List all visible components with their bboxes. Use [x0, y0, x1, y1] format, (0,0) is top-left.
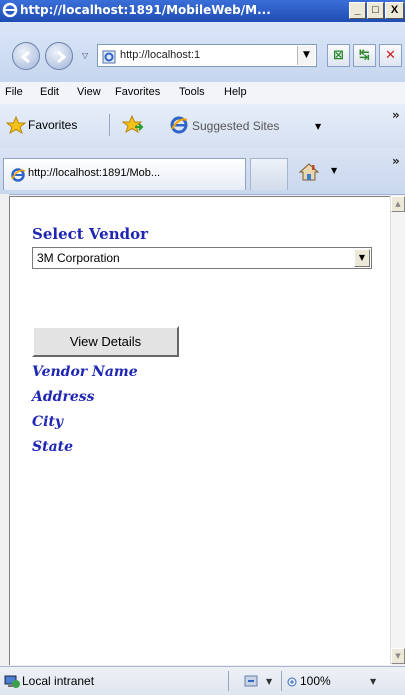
minimize-button[interactable]: _: [349, 2, 366, 19]
compat-view-icon: ⊠: [333, 48, 344, 63]
new-tab-button[interactable]: [250, 158, 288, 190]
zoom-dropdown-icon[interactable]: ▼: [370, 677, 376, 686]
scroll-up-icon[interactable]: ▲: [391, 196, 405, 212]
home-button[interactable]: [298, 162, 320, 186]
address-url[interactable]: http://localhost:1: [120, 49, 286, 61]
tab-current[interactable]: http://localhost:1891/Mob...: [3, 158, 246, 190]
zoom-icon[interactable]: [287, 674, 299, 693]
address-bar[interactable]: http://localhost:1 ▼: [97, 44, 317, 67]
menu-edit[interactable]: Edit: [40, 86, 59, 98]
page-content: Select Vendor 3M Corporation ▼ View Deta…: [9, 196, 391, 665]
window-title: http://localhost:1891/MobileWeb/M...: [20, 3, 271, 17]
protected-mode-dropdown-icon[interactable]: ▼: [266, 677, 272, 686]
vendor-select-value[interactable]: 3M Corporation: [37, 251, 120, 265]
forward-arrow-icon: [57, 50, 67, 64]
favorites-star-icon: [5, 115, 27, 138]
page-title: Select Vendor: [32, 225, 149, 243]
vendor-name-label: Vendor Name: [32, 364, 138, 380]
status-bar: Local intranet ▼ 100% ▼: [0, 666, 405, 695]
favorites-button[interactable]: Favorites: [28, 118, 77, 132]
favorites-separator: [109, 114, 110, 136]
suggested-sites-dropdown-icon[interactable]: ▼: [315, 122, 321, 131]
tab-title: http://localhost:1891/Mob...: [28, 167, 161, 179]
compatibility-view-button[interactable]: ⊠: [327, 44, 350, 67]
more-chevron-icon[interactable]: »: [392, 108, 400, 122]
address-label: Address: [32, 389, 95, 405]
menu-help[interactable]: Help: [224, 86, 247, 98]
menu-view[interactable]: View: [77, 86, 101, 98]
recent-pages-dropdown-icon[interactable]: ▽: [82, 51, 88, 60]
status-separator: [228, 671, 229, 691]
protected-mode-icon[interactable]: [243, 673, 261, 693]
zone-label: Local intranet: [22, 674, 95, 688]
city-label: City: [32, 414, 64, 430]
add-to-favorites-icon[interactable]: [121, 114, 144, 139]
menu-bar: File Edit View Favorites Tools Help: [0, 82, 405, 105]
suggested-sites-icon: [169, 115, 189, 139]
close-window-button[interactable]: X: [385, 2, 404, 19]
page-icon: [102, 49, 116, 64]
local-intranet-icon: [4, 674, 20, 693]
tab-bar: http://localhost:1891/Mob... ▼ »: [0, 148, 405, 195]
frame-left-edge: [0, 194, 9, 666]
chevron-down-icon[interactable]: ▼: [354, 249, 370, 267]
ie-logo-icon: [2, 2, 18, 18]
home-icon: [298, 163, 320, 181]
vendor-select[interactable]: 3M Corporation ▼: [32, 247, 372, 269]
refresh-button[interactable]: ↹: [353, 44, 376, 67]
refresh-icon: ↹: [359, 48, 370, 63]
status-separator-2: [281, 671, 282, 691]
tab-more-chevron-icon[interactable]: »: [392, 154, 400, 168]
menu-tools[interactable]: Tools: [179, 86, 205, 98]
title-bar: http://localhost:1891/MobileWeb/M... _ □…: [0, 0, 405, 22]
home-dropdown-icon[interactable]: ▼: [331, 166, 337, 175]
menu-favorites[interactable]: Favorites: [115, 86, 160, 98]
browser-window: http://localhost:1891/MobileWeb/M... _ □…: [0, 0, 405, 695]
scroll-down-icon[interactable]: ▼: [391, 648, 405, 664]
restore-button[interactable]: □: [367, 2, 384, 19]
back-button[interactable]: [12, 42, 40, 70]
stop-button[interactable]: ✕: [379, 44, 402, 67]
address-dropdown-icon[interactable]: ▼: [297, 46, 315, 65]
stop-icon: ✕: [385, 48, 396, 63]
view-details-button[interactable]: View Details: [32, 326, 179, 357]
state-label: State: [32, 439, 74, 455]
favorites-bar: Favorites Suggested Sites ▼ »: [0, 104, 405, 149]
menu-file[interactable]: File: [5, 86, 23, 98]
zoom-level[interactable]: 100%: [300, 674, 331, 688]
forward-button[interactable]: [45, 42, 73, 70]
suggested-sites-button[interactable]: Suggested Sites: [192, 119, 279, 133]
navigation-bar: ▽ http://localhost:1 ▼ ⊠ ↹ ✕: [0, 22, 405, 83]
tab-ie-icon: [10, 167, 26, 187]
vertical-scrollbar[interactable]: ▲ ▼: [390, 196, 405, 664]
back-arrow-icon: [20, 50, 30, 64]
